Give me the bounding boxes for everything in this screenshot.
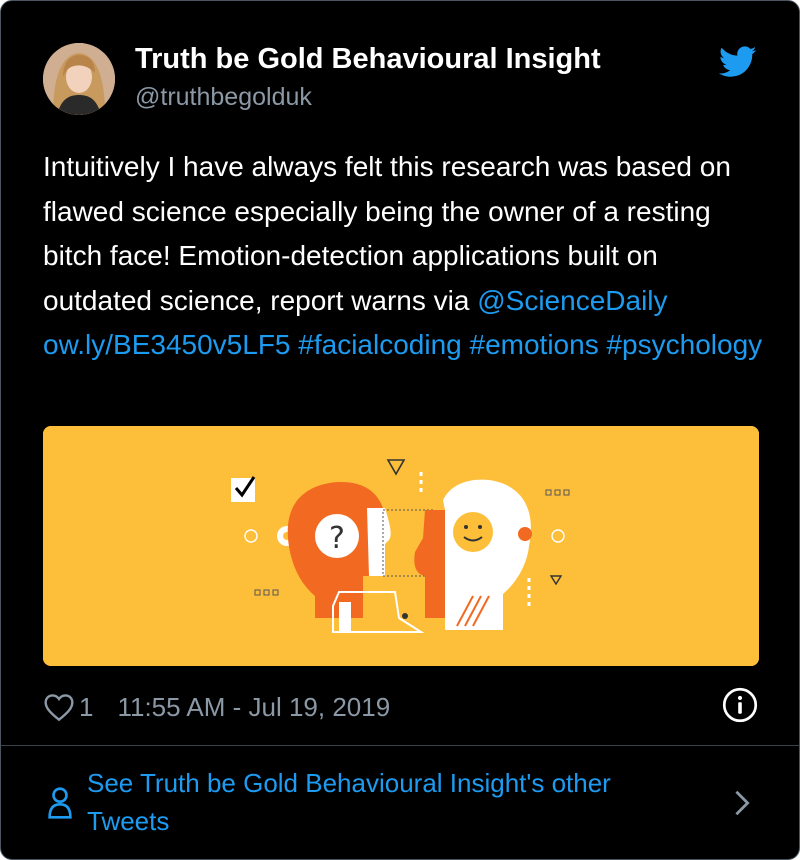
url-link[interactable]: ow.ly/BE3450v5LF5 [43,329,291,360]
tweet-media-image[interactable]: ? [43,426,759,666]
face-illustration: ? [43,426,759,666]
info-icon[interactable] [722,687,758,723]
like-count[interactable]: 1 [79,692,93,723]
svg-text:?: ? [329,521,345,556]
author-handle[interactable]: @truthbegolduk [135,83,312,112]
hashtag-link[interactable]: #facialcoding [298,329,461,360]
tweet-text: Intuitively I have always felt this rese… [43,145,773,368]
timestamp[interactable]: 11:55 AM - Jul 19, 2019 [117,692,390,723]
avatar[interactable] [43,43,115,115]
tweet-card: Truth be Gold Behavioural Insight @truth… [0,0,800,860]
see-more-tweets-link[interactable]: See Truth be Gold Behavioural Insight's … [43,761,759,845]
see-more-tweets-label[interactable]: See Truth be Gold Behavioural Insight's … [87,764,687,840]
divider [1,745,799,746]
twitter-bird-icon[interactable] [719,45,757,79]
author-name[interactable]: Truth be Gold Behavioural Insight [135,43,601,76]
heart-icon[interactable] [43,692,75,722]
mention-link[interactable]: @ScienceDaily [477,285,667,316]
person-icon [48,787,72,819]
hashtag-link[interactable]: #psychology [606,329,762,360]
chevron-right-icon[interactable] [733,789,751,817]
tweet-meta: 1 11:55 AM - Jul 19, 2019 [43,687,390,727]
hashtag-link[interactable]: #emotions [470,329,599,360]
